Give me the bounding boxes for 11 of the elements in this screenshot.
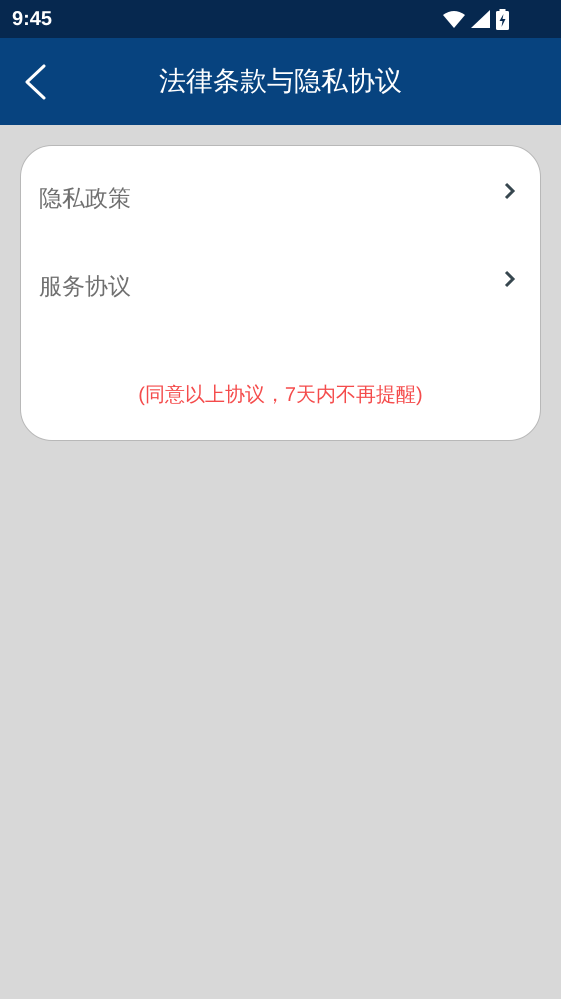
agreement-note: (同意以上协议，7天内不再提醒): [138, 383, 423, 408]
menu-item[interactable]: 隐私政策: [21, 154, 540, 242]
menu-item[interactable]: 服务协议: [21, 242, 540, 330]
back-icon: [24, 64, 46, 100]
chevron-icon: [504, 182, 516, 200]
battery-icon: [496, 8, 509, 30]
chevron-icon: [504, 270, 516, 288]
status-time: 9:45: [12, 7, 52, 32]
page-title: 法律条款与隐私协议: [158, 65, 403, 98]
signal-icon: [471, 10, 490, 28]
wifi-icon: [443, 10, 465, 28]
